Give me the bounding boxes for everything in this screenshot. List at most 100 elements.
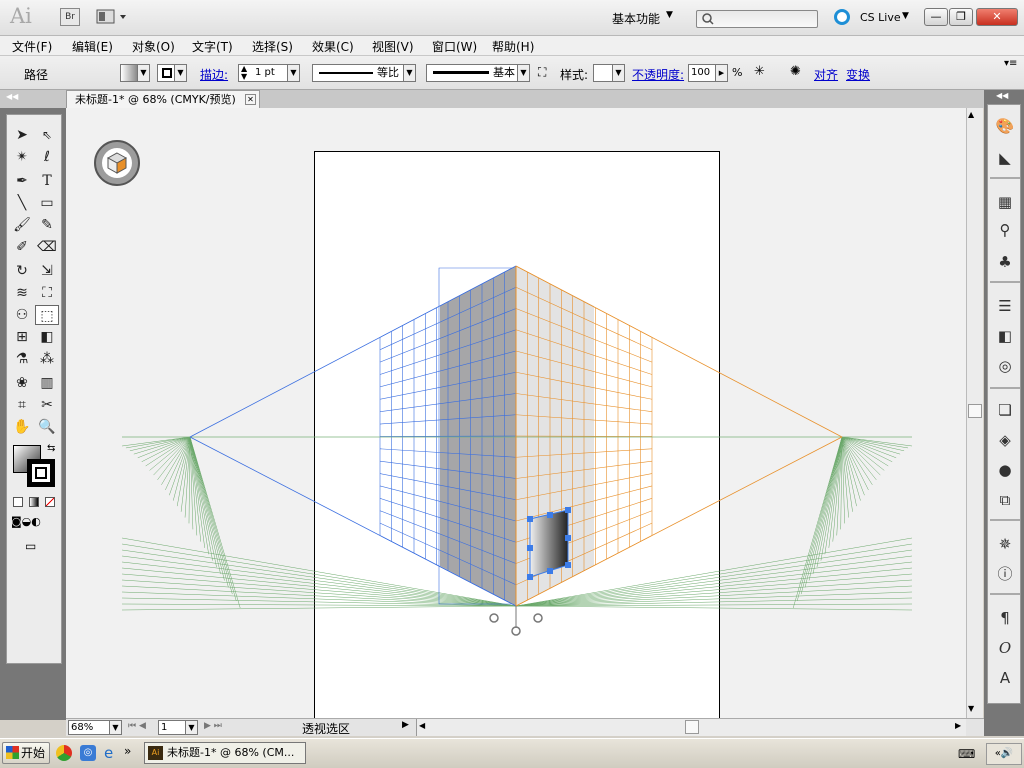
minimize-button[interactable]: — <box>924 8 948 26</box>
bridge-button[interactable]: Br <box>60 8 80 26</box>
column-graph-tool-icon[interactable]: ▥ <box>35 373 59 393</box>
perspective-grid[interactable] <box>66 108 966 718</box>
last-artboard-icon[interactable]: ▶ ⏭ <box>204 721 222 731</box>
chevron-down-icon[interactable]: ▼ <box>174 65 186 81</box>
rectangle-tool-icon[interactable]: ▭ <box>35 193 59 213</box>
chevron-down-icon[interactable]: ▼ <box>137 65 149 81</box>
close-icon[interactable]: ✕ <box>245 94 256 105</box>
menu-object[interactable]: 对象(O) <box>132 38 175 55</box>
menu-edit[interactable]: 编辑(E) <box>72 38 113 55</box>
swap-fill-stroke-icon[interactable]: ⇆ <box>47 443 55 454</box>
artboard-navigator[interactable]: 1 ▼ <box>158 720 198 735</box>
width-tool-icon[interactable]: ≋ <box>10 283 34 303</box>
artboard-tool-icon[interactable]: ⌗ <box>10 395 34 415</box>
pencil-tool-icon[interactable]: ✎ <box>35 215 59 235</box>
variable-width-profile-select[interactable]: 等比 ▼ <box>312 64 416 82</box>
cs-live-icon[interactable] <box>834 9 850 25</box>
navigator-icon[interactable]: ✵ <box>993 533 1017 555</box>
vertical-scrollbar[interactable]: ▲ ▼ <box>966 108 983 718</box>
transparency-icon[interactable]: ◎ <box>993 355 1017 377</box>
qq-icon[interactable]: ◎ <box>80 745 96 761</box>
gradient-panel-icon[interactable]: ◧ <box>993 325 1017 347</box>
recolor-wand-icon[interactable]: ✳ <box>754 64 778 82</box>
canvas-area[interactable] <box>66 108 966 721</box>
menu-view[interactable]: 视图(V) <box>372 38 414 55</box>
eyedropper-tool-icon[interactable]: ⚗ <box>10 349 34 369</box>
horizontal-scrollbar[interactable]: ◀ ▶ <box>416 719 966 736</box>
info-icon[interactable]: ⓘ <box>993 563 1017 585</box>
opacity-input[interactable]: 100 ▶ <box>688 64 728 82</box>
toggle-transform-icon[interactable]: ⛶ <box>538 64 554 82</box>
align-panel-link[interactable]: 对齐 <box>814 66 838 84</box>
stepper-arrows-icon[interactable]: ▲ ▼ <box>241 65 247 81</box>
symbol-sprayer-tool-icon[interactable]: ❀ <box>10 373 34 393</box>
menu-type[interactable]: 文字(T) <box>192 38 233 55</box>
pen-tool-icon[interactable]: ✒ <box>10 171 34 191</box>
ie-icon[interactable]: e <box>104 744 113 762</box>
zoom-select[interactable]: 68% ▼ <box>68 720 122 735</box>
paintbrush-tool-icon[interactable]: 🖌 <box>10 215 34 235</box>
stroke-panel-icon[interactable]: ☰ <box>993 295 1017 317</box>
artboards-icon[interactable]: ⧉ <box>993 489 1017 511</box>
search-input[interactable] <box>696 10 818 28</box>
color-mode-icon[interactable] <box>13 497 23 507</box>
gear-icon[interactable]: ✺ <box>790 64 806 82</box>
paragraph-icon[interactable]: ¶ <box>993 607 1017 629</box>
selection-tool-icon[interactable]: ➤ <box>10 125 34 145</box>
menu-effect[interactable]: 效果(C) <box>312 38 354 55</box>
free-transform-tool-icon[interactable]: ⛶ <box>35 283 59 303</box>
graphic-style-select[interactable]: ▼ <box>593 64 625 82</box>
layers-icon[interactable]: ◈ <box>993 429 1017 451</box>
close-button[interactable]: ✕ <box>976 8 1018 26</box>
chevron-down-icon[interactable]: ▼ <box>109 721 121 734</box>
chrome-icon[interactable] <box>56 745 72 761</box>
chevron-down-icon[interactable]: ▼ <box>666 10 673 20</box>
hand-tool-icon[interactable]: ✋ <box>10 417 34 437</box>
scroll-up-icon[interactable]: ▲ <box>968 110 974 119</box>
gradient-mode-icon[interactable] <box>29 497 39 507</box>
scale-tool-icon[interactable]: ⇲ <box>35 261 59 281</box>
menu-help[interactable]: 帮助(H) <box>492 38 534 55</box>
brush-definition-select[interactable]: 基本 ▼ <box>426 64 530 82</box>
menu-window[interactable]: 窗口(W) <box>432 38 477 55</box>
panel-menu-icon[interactable]: ▾≡ <box>1004 58 1017 76</box>
appearance-icon[interactable]: ❏ <box>993 399 1017 421</box>
gradient-tool-icon[interactable]: ◧ <box>35 327 59 347</box>
chevron-down-icon[interactable]: ▼ <box>403 65 415 81</box>
screen-mode-icon[interactable]: ▭ <box>25 539 47 553</box>
chevron-down-icon[interactable]: ▼ <box>185 721 197 734</box>
more-quick-launch-icon[interactable]: » <box>124 744 131 758</box>
fill-swatch[interactable]: ▼ <box>120 64 150 82</box>
horizontal-scroll-thumb[interactable] <box>685 720 699 734</box>
expand-panels-icon[interactable]: ◀◀ <box>996 91 1008 100</box>
tray-expand-icon[interactable]: «🔊 <box>986 743 1022 765</box>
chevron-down-icon[interactable]: ▼ <box>902 11 909 21</box>
workspace-switcher[interactable]: 基本功能 <box>612 10 660 27</box>
shape-builder-tool-icon[interactable]: ⚇ <box>10 305 34 325</box>
rotate-tool-icon[interactable]: ↻ <box>10 261 34 281</box>
chevron-down-icon[interactable]: ▼ <box>287 65 299 81</box>
document-tab[interactable]: 未标题-1* @ 68% (CMYK/预览) ✕ <box>66 90 260 108</box>
type-tool-icon[interactable]: T <box>35 171 59 191</box>
restore-button[interactable]: ❐ <box>949 8 973 26</box>
none-mode-icon[interactable] <box>45 497 55 507</box>
line-tool-icon[interactable]: ╲ <box>10 193 34 213</box>
stroke-weight-input[interactable]: 1 pt ▲ ▼ ▼ <box>238 64 300 82</box>
character-icon[interactable]: A <box>993 667 1017 689</box>
keyboard-icon[interactable]: ⌨ <box>958 747 975 761</box>
graphic-styles-icon[interactable]: ● <box>993 459 1017 481</box>
opentype-icon[interactable]: O <box>993 637 1017 659</box>
scroll-right-icon[interactable]: ▶ <box>955 721 961 730</box>
chevron-down-icon[interactable]: ▼ <box>612 65 624 81</box>
eraser-tool-icon[interactable]: ⌫ <box>35 237 59 257</box>
menu-file[interactable]: 文件(F) <box>12 38 52 55</box>
symbols-icon[interactable]: ♣ <box>993 251 1017 273</box>
menu-select[interactable]: 选择(S) <box>252 38 293 55</box>
stroke-swatch[interactable]: ▼ <box>157 64 187 82</box>
direct-selection-tool-icon[interactable]: ⇖ <box>35 125 59 145</box>
scroll-left-icon[interactable]: ◀ <box>419 721 425 730</box>
brushes-icon[interactable]: ⚲ <box>993 219 1017 241</box>
stroke-color-swatch[interactable] <box>27 459 55 487</box>
color-panel-icon[interactable]: 🎨 <box>993 115 1017 137</box>
transform-panel-link[interactable]: 变换 <box>846 66 870 84</box>
